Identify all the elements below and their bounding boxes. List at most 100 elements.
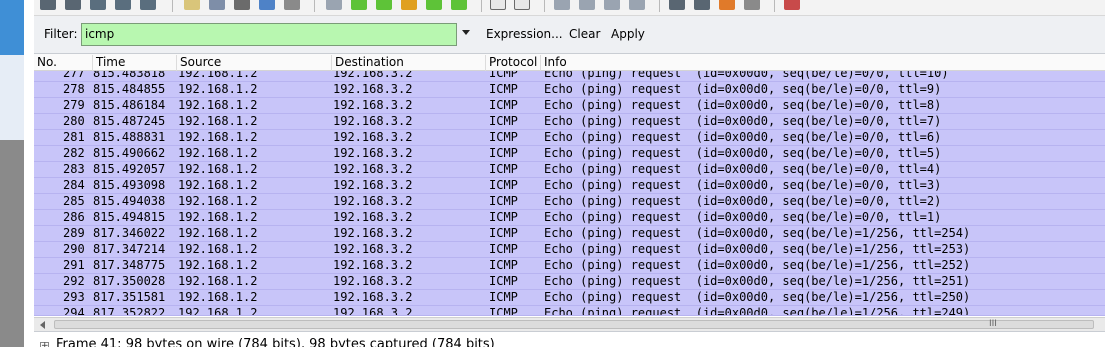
toolbar-separator — [172, 0, 173, 12]
cell-info: Echo (ping) request (id=0x00d0, seq(be/l… — [544, 306, 971, 316]
capture-options-icon[interactable] — [65, 0, 81, 10]
filter-dropdown-icon[interactable] — [462, 30, 470, 35]
toolbar-separator — [659, 0, 660, 12]
cell-protocol: ICMP — [489, 162, 518, 176]
table-row[interactable]: 285 815.494038 192.168.1.2 192.168.3.2 ICMP E… — [34, 194, 1105, 210]
column-header-protocol[interactable]: Protocol — [486, 55, 541, 71]
cell-source: 192.168.1.2 — [178, 194, 258, 208]
table-row[interactable]: 278 815.484855 192.168.1.2 192.168.3.2 ICMP E… — [34, 82, 1105, 98]
table-row[interactable]: 293 817.351581 192.168.1.2 192.168.3.2 ICMP E… — [34, 290, 1105, 306]
cell-destination: 192.168.3.2 — [333, 82, 413, 96]
capture-interfaces-icon[interactable] — [40, 0, 56, 10]
background-window-panel — [0, 140, 24, 347]
cell-no: 277 — [63, 71, 85, 80]
cell-info: Echo (ping) request (id=0x00d0, seq(be/l… — [544, 130, 942, 144]
table-row[interactable]: 292 817.350028 192.168.1.2 192.168.3.2 ICMP E… — [34, 274, 1105, 290]
clear-button[interactable]: Clear — [569, 27, 600, 41]
table-row[interactable]: 282 815.490662 192.168.1.2 192.168.3.2 ICMP E… — [34, 146, 1105, 162]
cell-no: 281 — [63, 130, 85, 144]
horizontal-scrollbar[interactable]: III — [34, 317, 1105, 331]
table-row[interactable]: 289 817.346022 192.168.1.2 192.168.3.2 ICMP E… — [34, 226, 1105, 242]
cell-protocol: ICMP — [489, 82, 518, 96]
go-last-icon[interactable] — [451, 0, 467, 10]
go-to-packet-icon[interactable] — [401, 0, 417, 10]
filter-input[interactable]: icmp — [81, 23, 457, 46]
close-file-icon[interactable] — [234, 0, 250, 10]
coloring-rules-icon[interactable] — [719, 0, 735, 10]
preferences-icon[interactable] — [744, 0, 760, 10]
column-header-time[interactable]: Time — [93, 55, 177, 71]
cell-destination: 192.168.3.2 — [333, 178, 413, 192]
capture-filters-icon[interactable] — [669, 0, 685, 10]
cell-no: 292 — [63, 274, 85, 288]
expression-button[interactable]: Expression... — [486, 27, 563, 41]
autoscroll-icon[interactable] — [514, 0, 530, 10]
zoom-in-icon[interactable] — [554, 0, 570, 10]
cell-time: 817.347214 — [93, 242, 166, 256]
go-back-icon[interactable] — [351, 0, 367, 10]
table-row[interactable]: 286 815.494815 192.168.1.2 192.168.3.2 ICMP E… — [34, 210, 1105, 226]
cell-source: 192.168.1.2 — [178, 258, 258, 272]
cell-protocol: ICMP — [489, 114, 518, 128]
display-filters-icon[interactable] — [694, 0, 710, 10]
cell-info: Echo (ping) request (id=0x00d0, seq(be/l… — [544, 290, 971, 304]
scrollbar-thumb[interactable]: III — [54, 319, 1094, 329]
open-file-icon[interactable] — [184, 0, 200, 10]
cell-no: 293 — [63, 290, 85, 304]
cell-time: 815.483818 — [93, 71, 166, 80]
save-file-icon[interactable] — [209, 0, 225, 10]
scroll-left-icon[interactable] — [40, 321, 45, 329]
cell-time: 815.493098 — [93, 178, 166, 192]
column-header-no[interactable]: No. — [34, 55, 93, 71]
cell-no: 286 — [63, 210, 85, 224]
cell-no: 290 — [63, 242, 85, 256]
packet-rows: 277 815.483818 192.168.1.2 192.168.3.2 ICMP E… — [34, 71, 1105, 316]
reload-icon[interactable] — [259, 0, 275, 10]
table-row[interactable]: 294 817.352822 192.168.1.2 192.168.3.2 ICMP E… — [34, 306, 1105, 316]
normal-size-icon[interactable] — [604, 0, 620, 10]
cell-source: 192.168.1.2 — [178, 146, 258, 160]
capture-start-icon[interactable] — [90, 0, 106, 10]
table-row[interactable]: 291 817.348775 192.168.1.2 192.168.3.2 ICMP E… — [34, 258, 1105, 274]
colorize-icon[interactable] — [490, 0, 506, 10]
table-row[interactable]: 290 817.347214 192.168.1.2 192.168.3.2 ICMP E… — [34, 242, 1105, 258]
table-row[interactable]: 280 815.487245 192.168.1.2 192.168.3.2 ICMP E… — [34, 114, 1105, 130]
cell-info: Echo (ping) request (id=0x00d0, seq(be/l… — [544, 146, 942, 160]
zoom-out-icon[interactable] — [579, 0, 595, 10]
cell-info: Echo (ping) request (id=0x00d0, seq(be/l… — [544, 178, 942, 192]
go-forward-icon[interactable] — [376, 0, 392, 10]
go-first-icon[interactable] — [426, 0, 442, 10]
cell-info: Echo (ping) request (id=0x00d0, seq(be/l… — [544, 162, 942, 176]
cell-protocol: ICMP — [489, 210, 518, 224]
print-icon[interactable] — [284, 0, 300, 10]
table-row[interactable]: 284 815.493098 192.168.1.2 192.168.3.2 ICMP E… — [34, 178, 1105, 194]
cell-destination: 192.168.3.2 — [333, 274, 413, 288]
expand-icon[interactable]: + — [40, 342, 49, 347]
table-row[interactable]: 283 815.492057 192.168.1.2 192.168.3.2 ICMP E… — [34, 162, 1105, 178]
cell-no: 289 — [63, 226, 85, 240]
cell-protocol: ICMP — [489, 226, 518, 240]
cell-source: 192.168.1.2 — [178, 178, 258, 192]
capture-restart-icon[interactable] — [140, 0, 156, 10]
cell-destination: 192.168.3.2 — [333, 114, 413, 128]
column-header-source[interactable]: Source — [177, 55, 332, 71]
scrollbar-grip: III — [989, 319, 997, 329]
cell-protocol: ICMP — [489, 306, 518, 316]
capture-stop-icon[interactable] — [115, 0, 131, 10]
cell-protocol: ICMP — [489, 194, 518, 208]
column-header-destination[interactable]: Destination — [332, 55, 486, 71]
cell-protocol: ICMP — [489, 242, 518, 256]
column-header-info[interactable]: Info — [541, 55, 1105, 71]
table-row[interactable]: 281 815.488831 192.168.1.2 192.168.3.2 ICMP E… — [34, 130, 1105, 146]
cell-no: 279 — [63, 98, 85, 112]
resize-columns-icon[interactable] — [629, 0, 645, 10]
table-row[interactable]: 277 815.483818 192.168.1.2 192.168.3.2 ICMP E… — [34, 71, 1105, 82]
display-filter-toolbar: Filter: icmp Expression... Clear Apply — [34, 16, 1105, 54]
frame-summary[interactable]: Frame 41: 98 bytes on wire (784 bits), 9… — [56, 337, 495, 347]
table-row[interactable]: 279 815.486184 192.168.1.2 192.168.3.2 ICMP E… — [34, 98, 1105, 114]
cell-source: 192.168.1.2 — [178, 290, 258, 304]
apply-button[interactable]: Apply — [611, 27, 645, 41]
help-icon[interactable] — [784, 0, 800, 10]
find-packet-icon[interactable] — [326, 0, 342, 10]
toolbar-separator — [314, 0, 315, 12]
